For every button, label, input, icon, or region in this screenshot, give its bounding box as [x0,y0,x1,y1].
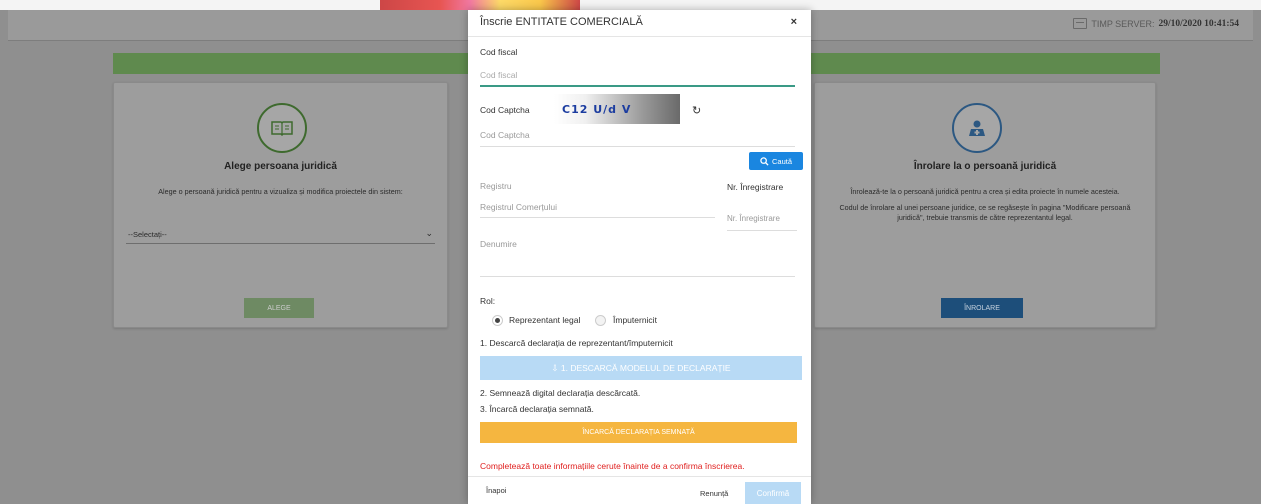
server-time-value: 29/10/2020 10:41:54 [1158,18,1239,29]
modal-header-divider [468,36,811,37]
nr-inregistrare-underline [727,230,797,231]
enroll-text: Înrolează-te la o persoană juridică pent… [827,187,1143,223]
download-declaration-label: 1. DESCARCĂ MODELUL DE DECLARAȚIE [560,362,731,373]
captcha-input[interactable]: Cod Captcha [480,130,530,140]
choose-entity-text: Alege o persoană juridică pentru a vizua… [158,187,403,196]
nr-inregistrare-input[interactable]: Nr. Înregistrare [727,214,780,223]
entity-select[interactable]: --Selectați-- ⌄ [126,227,435,244]
search-button-label: Caută [771,156,792,166]
registru-underline [480,217,715,218]
user-add-icon [952,103,1002,153]
nr-inregistrare-label: Nr. Înregistrare [727,182,784,192]
top-header [0,0,1261,10]
modal-footer-divider [468,476,811,477]
denumire-underline [480,276,795,277]
captcha-image: C12 U/d V [554,94,680,124]
rol-label: Rol: [480,296,496,306]
brand-logo [380,0,580,10]
upload-declaration-button[interactable]: ÎNCARCĂ DECLARAȚIA SEMNATĂ [480,422,797,443]
book-icon [257,103,307,153]
choose-entity-title: Alege persoana juridică [224,161,337,172]
enroll-button[interactable]: ÎNROLARE [941,298,1023,318]
server-icon [1073,18,1088,29]
modal-title: Înscrie ENTITATE COMERCIALĂ [480,16,643,28]
step-2-text: 2. Semnează digital declarația descărcat… [480,388,641,398]
cod-fiscal-input[interactable]: Cod fiscal [480,70,517,80]
download-icon: ⇩ [551,362,561,373]
enroll-title: Înrolare la o persoană juridică [913,161,1057,172]
search-button[interactable]: Caută [749,152,803,170]
enroll-text-1: Înrolează-te la o persoană juridică pent… [850,187,1120,196]
cod-fiscal-underline [480,85,795,87]
registru-label: Registru [480,181,512,191]
back-button[interactable]: Înapoi [486,486,506,495]
choose-entity-card: Alege persoana juridică Alege o persoană… [113,82,448,328]
captcha-underline [480,146,795,147]
step-3-text: 3. Încarcă declarația semnată. [480,404,594,414]
enroll-card: Înrolare la o persoană juridică Înroleaz… [814,82,1156,328]
server-time-label: TIMP SERVER: [1091,18,1155,29]
radio-reprezentant-legal[interactable] [492,315,503,326]
radio-imputernicit-label: Împuternicit [613,315,657,325]
search-icon [760,156,769,166]
close-icon[interactable]: × [791,16,797,28]
confirm-button[interactable]: Confirmă [745,482,801,504]
radio-imputernicit[interactable] [595,315,606,326]
entity-select-value: --Selectați-- [128,230,167,239]
step-1-text: 1. Descarcă declarația de reprezentant/î… [480,338,673,348]
register-entity-modal: Înscrie ENTITATE COMERCIALĂ × Cod fiscal… [468,10,811,504]
registru-select[interactable]: Registrul Comerțului [480,202,557,212]
radio-reprezentant-legal-label: Reprezentant legal [509,315,581,325]
refresh-icon[interactable]: ↻ [692,104,701,117]
captcha-label: Cod Captcha [480,105,530,115]
cod-fiscal-label: Cod fiscal [480,47,518,57]
server-time: TIMP SERVER: 29/10/2020 10:41:54 [1073,18,1239,29]
chevron-down-icon: ⌄ [425,228,433,238]
warning-message: Completează toate informațiile cerute în… [480,461,745,471]
choose-button[interactable]: ALEGE [244,298,314,318]
cancel-button[interactable]: Renunță [700,489,728,498]
download-declaration-button[interactable]: ⇩ 1. DESCARCĂ MODELUL DE DECLARAȚIE [480,356,802,380]
enroll-text-2: Codul de înrolare al unei persoane jurid… [839,203,1131,222]
denumire-input[interactable]: Denumire [480,239,517,249]
